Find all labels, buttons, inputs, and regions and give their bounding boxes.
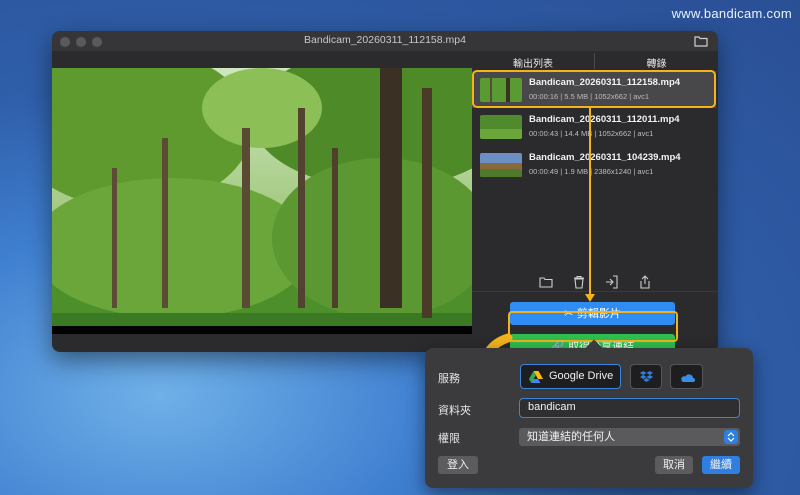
login-button[interactable]: 登入 [438,456,478,474]
share-button-highlight [508,311,678,342]
file-row[interactable]: Bandicam_20260311_104239.mp4 00:00:49 | … [472,147,716,183]
file-meta: 00:00:43 | 14.4 MB | 1052x662 | avc1 [529,129,654,138]
file-name: Bandicam_20260311_104239.mp4 [529,152,681,163]
file-meta: 00:00:49 | 1.9 MB | 2386x1240 | avc1 [529,167,654,176]
google-drive-icon [529,371,543,383]
trash-icon[interactable] [572,275,586,289]
permission-label: 權限 [438,432,460,445]
share-icon[interactable] [638,275,652,289]
folder-name-input[interactable]: bandicam [519,398,740,418]
toolbar-divider [472,291,718,292]
import-icon[interactable] [605,275,619,289]
video-thumbnail [480,153,522,177]
permission-value: 知道連結的任何人 [527,430,615,443]
video-thumbnail [480,115,522,139]
onedrive-icon [681,374,695,382]
onedrive-button[interactable] [670,364,703,389]
video-preview[interactable] [52,68,472,334]
permission-select[interactable]: 知道連結的任何人 [519,428,740,446]
dropbox-icon [640,371,653,382]
dropbox-button[interactable] [630,364,662,389]
selected-file-highlight [472,70,716,108]
folder-icon[interactable] [539,275,553,289]
watermark: www.bandicam.com [671,6,792,21]
window-title: Bandicam_20260311_112158.mp4 [304,34,466,46]
tab-transcribe[interactable]: 轉錄 [595,55,718,70]
tab-output-list[interactable]: 輸出列表 [472,55,594,70]
continue-button[interactable]: 繼續 [702,456,740,474]
service-label: 服務 [438,372,460,385]
google-drive-label: Google Drive [549,370,614,382]
tab-bar: 輸出列表 轉錄 [472,51,718,72]
title-bar: Bandicam_20260311_112158.mp4 [52,31,718,51]
share-popover: 服務 Google Drive 資料夾 bandicam 權限 知道連結的任何人… [425,339,753,488]
cancel-button[interactable]: 取消 [655,456,693,474]
forest-video-frame [52,68,472,334]
google-drive-button[interactable]: Google Drive [520,364,621,389]
file-name: Bandicam_20260311_112011.mp4 [529,114,680,125]
folder-icon[interactable] [694,35,708,47]
file-row[interactable]: Bandicam_20260311_112011.mp4 00:00:43 | … [472,109,716,145]
folder-label: 資料夾 [438,404,471,417]
select-arrows-icon [724,430,738,444]
